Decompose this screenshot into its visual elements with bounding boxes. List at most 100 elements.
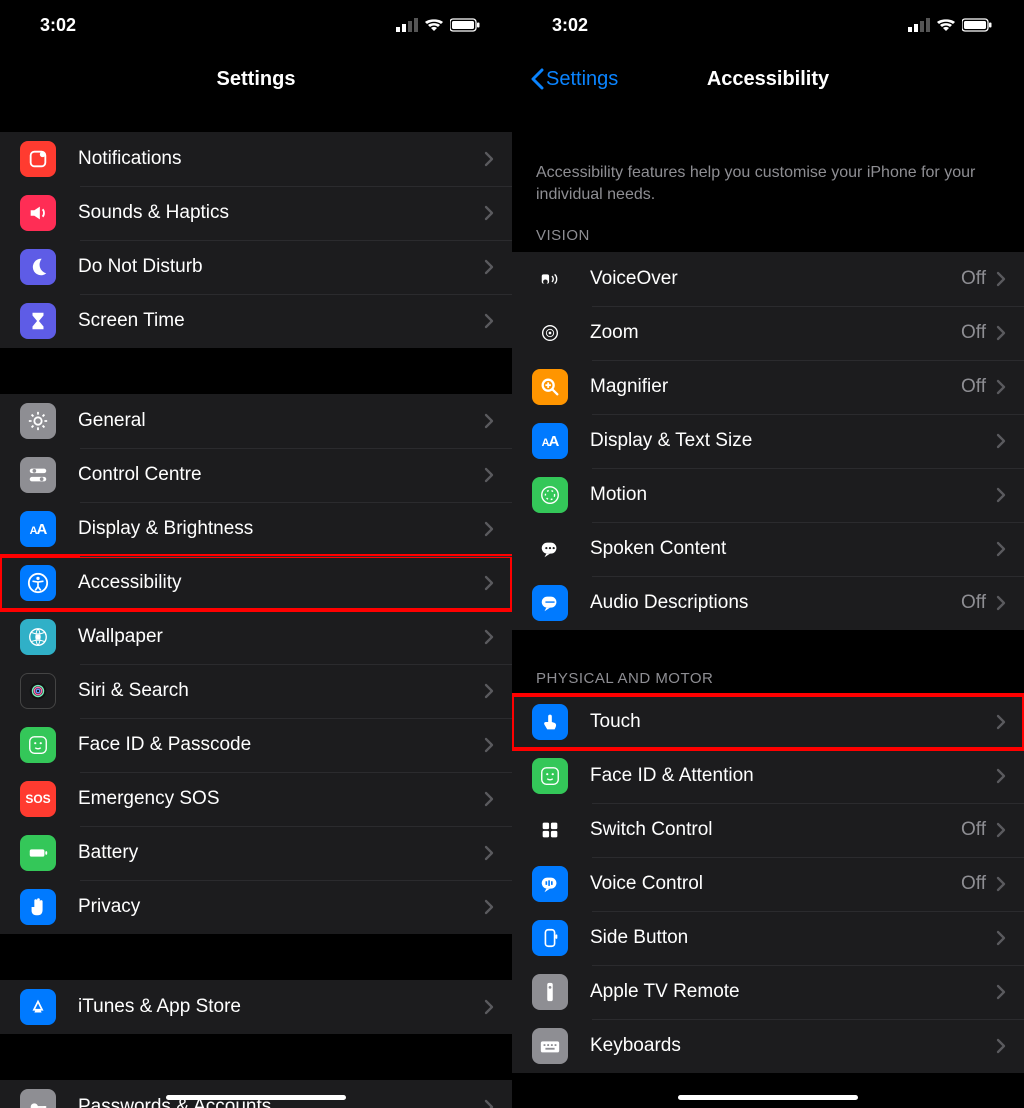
row-label: Control Centre bbox=[78, 464, 484, 486]
settings-row[interactable]: Screen Time bbox=[0, 294, 512, 348]
keyboard-icon bbox=[532, 1028, 568, 1064]
settings-row[interactable]: Battery bbox=[0, 826, 512, 880]
battery-icon bbox=[450, 18, 480, 32]
chevron-right-icon bbox=[996, 541, 1006, 557]
row-label: Face ID & Attention bbox=[590, 765, 996, 787]
chevron-right-icon bbox=[484, 629, 494, 645]
row-label: Magnifier bbox=[590, 376, 961, 398]
sos-icon: SOS bbox=[20, 781, 56, 817]
settings-row[interactable]: Spoken Content bbox=[512, 522, 1024, 576]
settings-row[interactable]: Siri & Search bbox=[0, 664, 512, 718]
settings-row[interactable]: Passwords & Accounts bbox=[0, 1080, 512, 1108]
chevron-right-icon bbox=[484, 683, 494, 699]
row-label: Battery bbox=[78, 842, 484, 864]
row-label: Keyboards bbox=[590, 1035, 996, 1057]
voicecontrol-icon bbox=[532, 866, 568, 902]
chevron-right-icon bbox=[484, 1099, 494, 1108]
row-label: Switch Control bbox=[590, 819, 961, 841]
settings-row[interactable]: AA Display & Text Size bbox=[512, 414, 1024, 468]
settings-row[interactable]: Wallpaper bbox=[0, 610, 512, 664]
row-label: Emergency SOS bbox=[78, 788, 484, 810]
switch-icon bbox=[532, 812, 568, 848]
settings-row[interactable]: Privacy bbox=[0, 880, 512, 934]
chevron-right-icon bbox=[484, 521, 494, 537]
siri-icon bbox=[20, 673, 56, 709]
row-value: Off bbox=[961, 376, 986, 398]
nav-title: Settings bbox=[217, 68, 296, 91]
status-time: 3:02 bbox=[552, 15, 588, 36]
wallpaper-icon bbox=[20, 619, 56, 655]
settings-row[interactable]: Accessibility bbox=[0, 556, 512, 610]
nav-title: Accessibility bbox=[707, 68, 829, 91]
chevron-right-icon bbox=[996, 325, 1006, 341]
settings-row[interactable]: Magnifier Off bbox=[512, 360, 1024, 414]
settings-row[interactable]: Audio Descriptions Off bbox=[512, 576, 1024, 630]
settings-row[interactable]: Switch Control Off bbox=[512, 803, 1024, 857]
accessibility-screen: 3:02 Settings Accessibility Accessibilit… bbox=[512, 0, 1024, 1108]
chevron-right-icon bbox=[484, 999, 494, 1015]
settings-row[interactable]: Do Not Disturb bbox=[0, 240, 512, 294]
battery-icon bbox=[20, 835, 56, 871]
textsize-icon: AA bbox=[532, 423, 568, 459]
settings-screen: 3:02 Settings Notifications Sounds & Hap… bbox=[0, 0, 512, 1108]
chevron-right-icon bbox=[996, 714, 1006, 730]
accessibility-list[interactable]: Accessibility features help you customis… bbox=[512, 108, 1024, 1108]
status-icons bbox=[908, 18, 992, 32]
row-label: Privacy bbox=[78, 896, 484, 918]
chevron-right-icon bbox=[484, 737, 494, 753]
row-label: Side Button bbox=[590, 927, 996, 949]
settings-row[interactable]: Motion bbox=[512, 468, 1024, 522]
chevron-right-icon bbox=[996, 433, 1006, 449]
home-indicator[interactable] bbox=[678, 1095, 858, 1100]
row-label: General bbox=[78, 410, 484, 432]
settings-row[interactable]: SOS Emergency SOS bbox=[0, 772, 512, 826]
chevron-right-icon bbox=[484, 205, 494, 221]
section-header: PHYSICAL AND MOTOR bbox=[512, 670, 1024, 695]
remote-icon bbox=[532, 974, 568, 1010]
settings-row[interactable]: AA Display & Brightness bbox=[0, 502, 512, 556]
settings-row[interactable]: Control Centre bbox=[0, 448, 512, 502]
row-label: iTunes & App Store bbox=[78, 996, 484, 1018]
row-label: Audio Descriptions bbox=[590, 592, 961, 614]
chevron-right-icon bbox=[996, 768, 1006, 784]
settings-row[interactable]: Face ID & Attention bbox=[512, 749, 1024, 803]
chevron-right-icon bbox=[996, 930, 1006, 946]
chevron-right-icon bbox=[484, 845, 494, 861]
settings-list[interactable]: Notifications Sounds & Haptics Do Not Di… bbox=[0, 108, 512, 1108]
row-label: Touch bbox=[590, 711, 996, 733]
chevron-right-icon bbox=[996, 1038, 1006, 1054]
settings-row[interactable]: VoiceOver Off bbox=[512, 252, 1024, 306]
settings-row[interactable]: Notifications bbox=[0, 132, 512, 186]
appstore-icon bbox=[20, 989, 56, 1025]
settings-group: Passwords & Accounts bbox=[0, 1080, 512, 1108]
row-label: Face ID & Passcode bbox=[78, 734, 484, 756]
back-label: Settings bbox=[546, 68, 618, 91]
row-label: Sounds & Haptics bbox=[78, 202, 484, 224]
settings-row[interactable]: Touch bbox=[512, 695, 1024, 749]
moon-icon bbox=[20, 249, 56, 285]
row-label: Display & Text Size bbox=[590, 430, 996, 452]
key-icon bbox=[20, 1089, 56, 1108]
settings-group: Notifications Sounds & Haptics Do Not Di… bbox=[0, 132, 512, 348]
chevron-left-icon bbox=[530, 68, 544, 90]
back-button[interactable]: Settings bbox=[530, 50, 618, 108]
row-value: Off bbox=[961, 592, 986, 614]
settings-row[interactable]: Keyboards bbox=[512, 1019, 1024, 1073]
chevron-right-icon bbox=[484, 313, 494, 329]
settings-row[interactable]: Face ID & Passcode bbox=[0, 718, 512, 772]
settings-row[interactable]: General bbox=[0, 394, 512, 448]
row-label: Voice Control bbox=[590, 873, 961, 895]
chevron-right-icon bbox=[484, 575, 494, 591]
settings-group: General Control Centre AA Display & Brig… bbox=[0, 394, 512, 934]
settings-row[interactable]: Apple TV Remote bbox=[512, 965, 1024, 1019]
settings-row[interactable]: Sounds & Haptics bbox=[0, 186, 512, 240]
settings-row[interactable]: Voice Control Off bbox=[512, 857, 1024, 911]
status-time: 3:02 bbox=[40, 15, 76, 36]
nav-bar: Settings Accessibility bbox=[512, 50, 1024, 108]
row-label: Do Not Disturb bbox=[78, 256, 484, 278]
section-header: VISION bbox=[512, 227, 1024, 252]
home-indicator[interactable] bbox=[166, 1095, 346, 1100]
settings-row[interactable]: iTunes & App Store bbox=[0, 980, 512, 1034]
settings-row[interactable]: Side Button bbox=[512, 911, 1024, 965]
settings-row[interactable]: Zoom Off bbox=[512, 306, 1024, 360]
